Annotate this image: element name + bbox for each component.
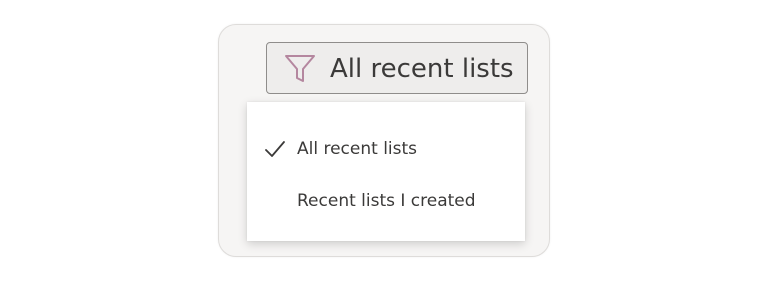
menu-item-label: All recent lists <box>297 139 418 159</box>
menu-item-recent-lists-i-created[interactable]: Recent lists I created <box>247 180 525 220</box>
filter-button-label: All recent lists <box>330 54 514 84</box>
checkmark-icon <box>265 141 285 157</box>
filter-dropdown-button[interactable]: All recent lists <box>266 42 528 94</box>
menu-item-all-recent-lists[interactable]: All recent lists <box>247 128 525 168</box>
funnel-icon <box>285 55 315 82</box>
filter-dropdown-menu: All recent lists Recent lists I created <box>247 102 525 241</box>
menu-item-label: Recent lists I created <box>297 191 476 211</box>
